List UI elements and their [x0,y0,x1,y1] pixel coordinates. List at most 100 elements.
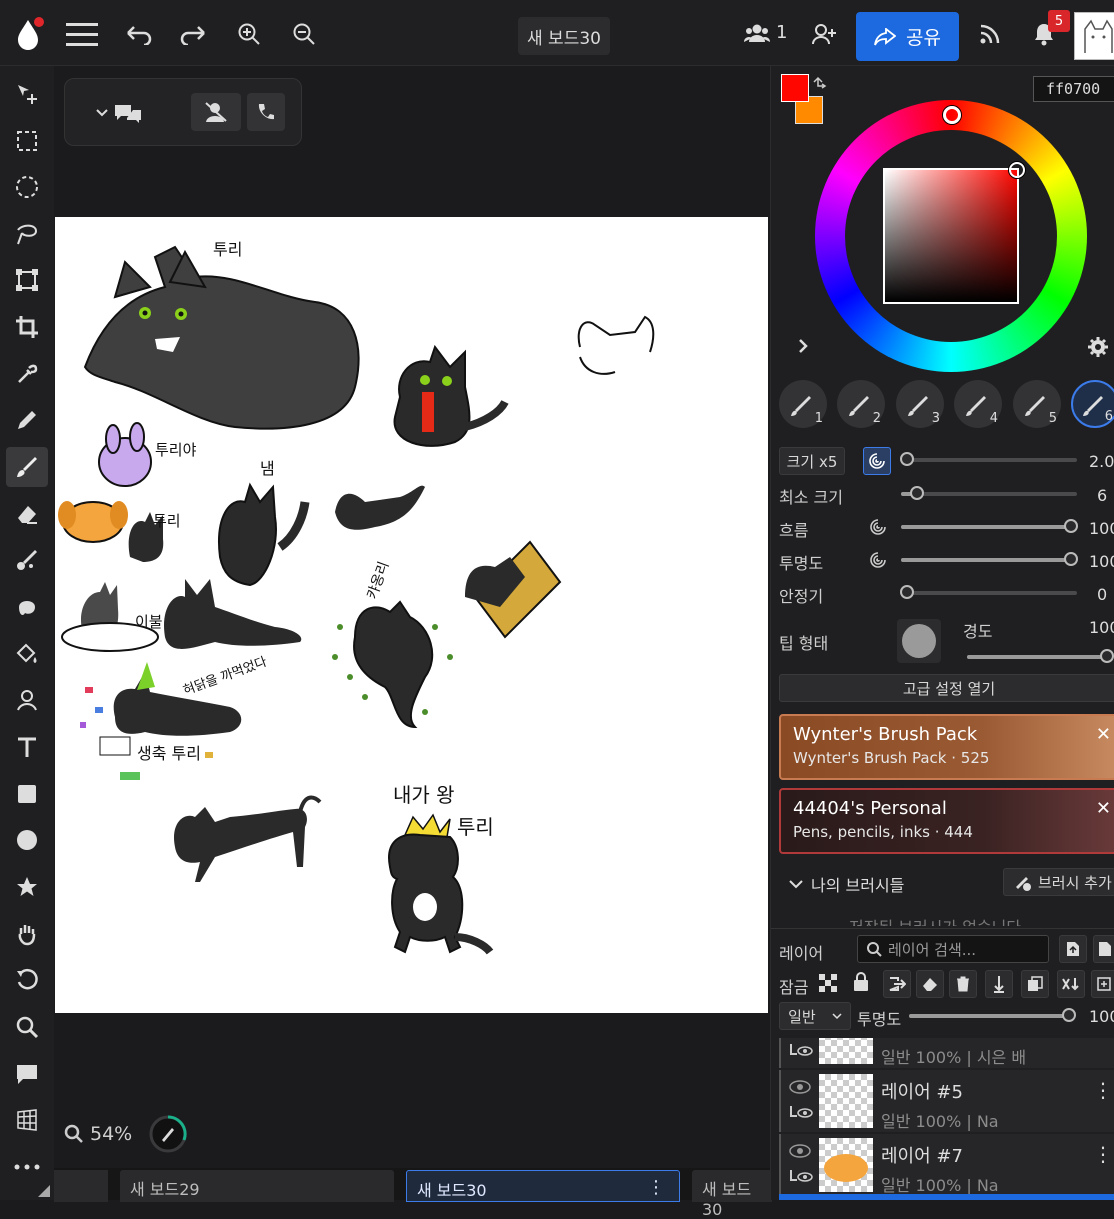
layer-more-icon-3[interactable]: ⋮ [1093,1142,1113,1166]
opacity-slider[interactable] [901,552,1078,566]
close-pack-2-icon[interactable]: ✕ [1096,798,1111,819]
brush-preset-1[interactable]: 1 [779,380,827,428]
transform-icon[interactable] [6,260,48,300]
phone-icon[interactable] [247,93,285,131]
layer-search-field[interactable]: 레이어 검색... [857,935,1049,963]
layer-row-2[interactable]: 레이어 #5 일반 100% | Na ⋮ [779,1070,1114,1132]
delete-layer-icon[interactable] [949,970,977,998]
color-settings-gear-icon[interactable] [1087,336,1109,358]
add-brush-button[interactable]: 브러시 추가 [1003,868,1114,896]
board-title[interactable]: 새 보드30 [518,17,610,55]
rect-select-icon[interactable] [6,121,48,161]
add-user-icon[interactable] [808,18,840,50]
drawing-canvas[interactable]: 투리 투리야 투리 냄 이불 캬옹리 혀닭을 까먹었다 생축 투리 내가 왕 투… [55,217,768,1013]
zoom-in-icon[interactable] [233,18,265,50]
brush-preset-4[interactable]: 4 [954,380,1002,428]
hex-input[interactable]: ff0700 [1033,76,1114,102]
brush-icon[interactable] [6,447,48,487]
brush-preset-3[interactable]: 3 [896,380,944,428]
more-tools-icon[interactable] [6,1147,48,1187]
blend-mode-select[interactable]: 일반 [779,1002,851,1030]
size-multiplier-button[interactable]: 크기 x5 [779,447,845,475]
advanced-settings-button[interactable]: 고급 설정 열기 [779,674,1114,702]
user-avatar[interactable] [1074,12,1114,60]
stabilizer-slider[interactable] [900,585,1077,599]
move-layer-icon[interactable] [883,970,911,998]
expand-palette-icon[interactable] [797,338,809,354]
brush-preset-5[interactable]: 5 [1013,380,1061,428]
close-pack-1-icon[interactable]: ✕ [1096,724,1111,745]
size-slider[interactable] [900,452,1077,466]
layer-link-icon-2[interactable] [789,1104,813,1120]
layer-link-icon-3[interactable] [789,1168,813,1184]
lasso-icon[interactable] [6,214,48,254]
color-handle[interactable] [1009,162,1025,178]
layer-link-icon-1[interactable] [789,1042,813,1058]
hardness-slider[interactable] [967,649,1114,663]
layer-row-3[interactable]: 레이어 #7 일반 100% | Na ⋮ [779,1134,1114,1196]
layer-add-icon[interactable] [1091,970,1114,998]
brush-preset-2[interactable]: 2 [837,380,885,428]
clip-layer-icon[interactable] [1057,970,1085,998]
mute-voice-icon[interactable] [191,93,241,131]
zoom-indicator[interactable]: 54% [64,1115,188,1153]
app-logo-icon[interactable] [12,17,44,50]
rotate-icon[interactable] [6,960,48,1000]
tab-more-icon[interactable]: ⋮ [647,1177,665,1198]
layer-opacity-slider[interactable] [909,1008,1076,1022]
chat-toggle-icon[interactable] [93,101,145,125]
undo-icon[interactable] [122,18,154,50]
share-button[interactable]: 공유 [856,12,959,61]
rectangle-shape-icon[interactable] [6,774,48,814]
fill-bucket-icon[interactable] [6,634,48,674]
eraser-icon[interactable] [6,494,48,534]
brush-pack-card-2[interactable]: 44404's Personal Pens, pencils, inks · 4… [779,788,1114,854]
lock-layer-icon[interactable] [853,972,869,992]
tip-shape-button[interactable] [897,619,941,663]
broadcast-icon[interactable] [974,18,1006,50]
ellipse-select-icon[interactable] [6,167,48,207]
ellipse-shape-icon[interactable] [6,820,48,860]
text-icon[interactable] [6,727,48,767]
layer-more-icon-2[interactable]: ⋮ [1093,1078,1113,1102]
clear-layer-icon[interactable] [916,970,944,998]
perspective-grid-icon[interactable] [6,1100,48,1140]
layer-row-1[interactable]: 일반 100% | 시은 배 [779,1038,1114,1068]
star-shape-icon[interactable] [6,867,48,907]
tab-board-30[interactable]: 새 보드30 ⋮ [406,1170,680,1202]
brush-preset-6[interactable]: 6 [1071,380,1114,428]
flow-pressure-icon[interactable] [869,518,887,536]
redo-icon[interactable] [178,18,210,50]
min-size-slider[interactable] [901,486,1077,500]
pattern-icon[interactable] [6,680,48,720]
my-brushes-toggle[interactable]: 나의 브러시들 [789,872,904,896]
eyedropper-icon[interactable] [6,354,48,394]
duplicate-layer-icon[interactable] [1021,970,1049,998]
saturation-value-square[interactable] [883,168,1019,304]
participants[interactable]: 1 [744,22,787,43]
opacity-pressure-icon[interactable] [869,551,887,569]
flow-slider[interactable] [901,519,1078,533]
color-wheel[interactable] [815,100,1087,372]
blur-icon[interactable] [6,587,48,627]
lock-transparency-icon[interactable] [819,974,837,992]
menu-icon[interactable] [66,18,98,50]
move-tool-icon[interactable] [6,74,48,114]
new-layer-icon[interactable] [1093,935,1114,963]
zoom-out-icon[interactable] [288,18,320,50]
brush-status-icon[interactable] [148,1114,188,1154]
tab-board-30-copy[interactable]: 새 보드30 [692,1170,772,1219]
merge-down-icon[interactable] [985,970,1013,998]
smudge-icon[interactable] [6,540,48,580]
primary-color-swatch[interactable] [781,74,809,102]
comment-icon[interactable] [6,1054,48,1094]
brush-pack-card-1[interactable]: Wynter's Brush Pack Wynter's Brush Pack … [779,714,1114,780]
pencil-icon[interactable] [6,400,48,440]
import-layer-icon[interactable] [1059,935,1087,963]
hand-icon[interactable] [6,914,48,954]
zoom-tool-icon[interactable] [6,1007,48,1047]
tab-board-29[interactable]: 새 보드29 [120,1170,394,1202]
swap-colors-icon[interactable] [811,76,827,92]
hue-handle[interactable] [943,106,961,124]
resize-corner-icon[interactable] [38,1182,50,1201]
